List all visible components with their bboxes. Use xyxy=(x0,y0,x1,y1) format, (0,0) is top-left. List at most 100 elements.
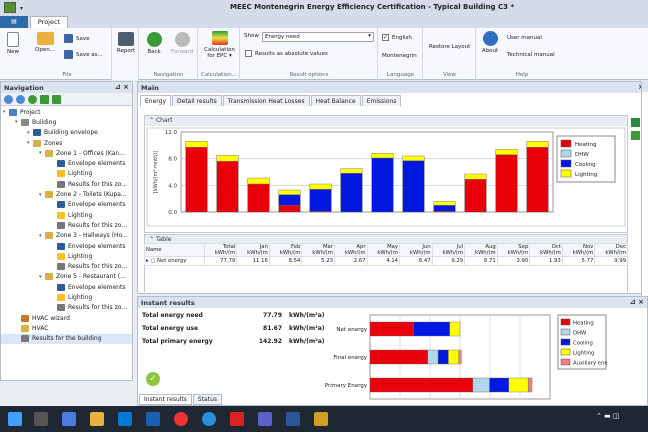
restore-layout-button[interactable]: Restore Layout xyxy=(429,44,470,50)
widgets-icon[interactable] xyxy=(62,412,76,426)
copy-icon[interactable] xyxy=(631,131,640,140)
tree-item[interactable]: HVAC xyxy=(1,323,132,333)
tab-status[interactable]: Status xyxy=(192,394,223,405)
back-button[interactable]: Back xyxy=(144,32,164,55)
task-view-icon[interactable] xyxy=(34,412,48,426)
word-icon[interactable] xyxy=(286,412,300,426)
row-name: ▸ ▢ Net energy xyxy=(144,256,205,266)
column-header[interactable]: Name xyxy=(144,243,205,257)
tree-item[interactable]: Lighting xyxy=(1,251,132,261)
tree-item[interactable]: Envelope elements xyxy=(1,282,132,292)
tree-item[interactable]: Lighting xyxy=(1,210,132,220)
tree-item[interactable]: Envelope elements xyxy=(1,241,132,251)
report-button[interactable]: Report xyxy=(114,32,138,54)
column-header[interactable]: Oct kWh/(m xyxy=(529,243,563,257)
energy-label-icon xyxy=(211,31,228,45)
table-row[interactable]: ▸ ▢ Net energy 77.79 11.16 8.54 5.23 2.67 4.14… xyxy=(144,256,628,266)
outlook-icon[interactable] xyxy=(146,412,160,426)
tree-item[interactable]: Results for this zo... xyxy=(1,303,132,313)
tree-item[interactable]: ▾ Zone 2 - Toilets (Kupa... xyxy=(1,189,132,199)
nav-expand-icon[interactable] xyxy=(40,95,49,104)
tree-item[interactable]: ▾ Zone 3 - Hallways (Ho... xyxy=(1,231,132,241)
column-header[interactable]: Aug kWh/(m xyxy=(464,243,498,257)
column-header[interactable]: Nov kWh/(m xyxy=(561,243,596,257)
nav-add-icon[interactable] xyxy=(28,95,37,104)
ribbon-tab-bar: ▤ Project xyxy=(0,16,648,28)
nav-back-icon[interactable] xyxy=(4,95,13,104)
montenegrin-button[interactable]: Montenegrin xyxy=(382,53,417,59)
user-manual-button[interactable]: User manual xyxy=(507,35,542,41)
tab-transmission-heat-losses[interactable]: Transmission Heat Losses xyxy=(222,95,310,106)
chrome-icon[interactable] xyxy=(174,412,188,426)
quick-access-dropdown-icon[interactable]: ▾ xyxy=(20,5,23,12)
tree-item[interactable]: Lighting xyxy=(1,169,132,179)
status-ok-icon: ✓ xyxy=(146,372,160,386)
tree-item[interactable]: Lighting xyxy=(1,292,132,302)
column-header[interactable]: Dec kWh/(m xyxy=(594,243,628,257)
tab-detail-results[interactable]: Detail results xyxy=(172,95,222,106)
column-header[interactable]: Mar kWh/(m xyxy=(301,243,335,257)
nav-up-icon[interactable] xyxy=(16,95,25,104)
navigation-toolbar xyxy=(1,93,132,106)
results-table: Name Total kWh/(m Jan kWh/(m Feb kWh/(m Mar kWh/… xyxy=(144,243,628,289)
english-checkbox[interactable]: ✓ English xyxy=(382,34,412,41)
technical-manual-button[interactable]: Technical manual xyxy=(507,52,555,58)
teams-icon[interactable] xyxy=(258,412,272,426)
show-select[interactable]: Energy need ▾ xyxy=(262,32,374,42)
tree-item[interactable]: HVAC wizard xyxy=(1,313,132,323)
close-icon[interactable]: × xyxy=(123,83,129,91)
tree-item[interactable]: Envelope elements xyxy=(1,158,132,168)
new-button[interactable]: New xyxy=(3,32,23,55)
tree-item[interactable]: ▾ Zone 5 - Restaurant (... xyxy=(1,272,132,282)
tab-instant-results[interactable]: Instant results xyxy=(139,394,192,405)
tab-emissions[interactable]: Emissions xyxy=(361,95,402,106)
project-icon xyxy=(9,108,17,116)
forward-button[interactable]: Forward xyxy=(168,32,196,55)
column-header-unit: kWh/(m xyxy=(344,250,366,256)
tree-item[interactable]: Envelope elements xyxy=(1,200,132,210)
save-icon xyxy=(64,34,73,43)
file-explorer-icon[interactable] xyxy=(90,412,104,426)
column-header[interactable]: Sep kWh/(m xyxy=(496,243,531,257)
export-excel-icon[interactable] xyxy=(631,118,640,127)
tab-project[interactable]: Project xyxy=(30,16,68,28)
tab-energy[interactable]: Energy xyxy=(140,95,172,106)
windows-start-icon[interactable] xyxy=(8,412,22,426)
tree-item[interactable]: ▾ Building xyxy=(1,117,132,127)
row-expand-icon[interactable]: ▸ ▢ xyxy=(146,258,157,264)
file-menu-tab[interactable]: ▤ xyxy=(0,16,28,28)
column-header[interactable]: Apr kWh/(m xyxy=(333,243,368,257)
system-tray-icons[interactable]: ⌃ ▬ ◫ xyxy=(596,412,636,426)
acrobat-icon[interactable] xyxy=(230,412,244,426)
store-icon[interactable] xyxy=(118,412,132,426)
column-header[interactable]: Jul kWh/(m xyxy=(431,243,466,257)
chart-section-header[interactable]: ⌃ Chart xyxy=(145,116,627,126)
tree-item[interactable]: Results for this zo... xyxy=(1,261,132,271)
save-button[interactable]: Save xyxy=(64,34,90,43)
close-icon[interactable]: × xyxy=(638,298,644,306)
tree-item[interactable]: Results for this zo... xyxy=(1,179,132,189)
tree-item[interactable]: ▾ Zones xyxy=(1,138,132,148)
absolute-values-checkbox[interactable]: Results as absolute values xyxy=(245,50,328,57)
meec-app-icon[interactable] xyxy=(314,412,328,426)
pin-icon[interactable]: ⊿ xyxy=(115,83,121,91)
tree-item[interactable]: Results for this zo... xyxy=(1,220,132,230)
nav-collapse-icon[interactable] xyxy=(52,95,61,104)
column-header[interactable]: Jun kWh/(m xyxy=(399,243,433,257)
edge-icon[interactable] xyxy=(202,412,216,426)
column-header[interactable]: Jan kWh/(m xyxy=(236,243,270,257)
tree-item[interactable]: ▾ Building envelope xyxy=(1,128,132,138)
app-icon[interactable] xyxy=(4,2,16,13)
about-button[interactable]: About xyxy=(480,31,500,54)
pin-icon[interactable]: ⊿ xyxy=(630,298,636,306)
open-button[interactable]: Open... xyxy=(32,32,58,53)
column-header[interactable]: May kWh/(m xyxy=(366,243,401,257)
tree-item[interactable]: Results for the building xyxy=(1,333,132,344)
tree-item[interactable]: ▾ Zone 1 - Offices (Kan... xyxy=(1,148,132,158)
tree-item[interactable]: ▾ Project xyxy=(1,107,132,117)
tab-heat-balance[interactable]: Heat Balance xyxy=(310,95,361,106)
calculation-epc-button[interactable]: Calculation for EPC ▾ xyxy=(201,31,238,59)
column-header[interactable]: Total kWh/(m xyxy=(203,243,238,257)
save-as-button[interactable]: Save as... xyxy=(64,50,103,59)
column-header[interactable]: Feb kWh/(m xyxy=(268,243,303,257)
